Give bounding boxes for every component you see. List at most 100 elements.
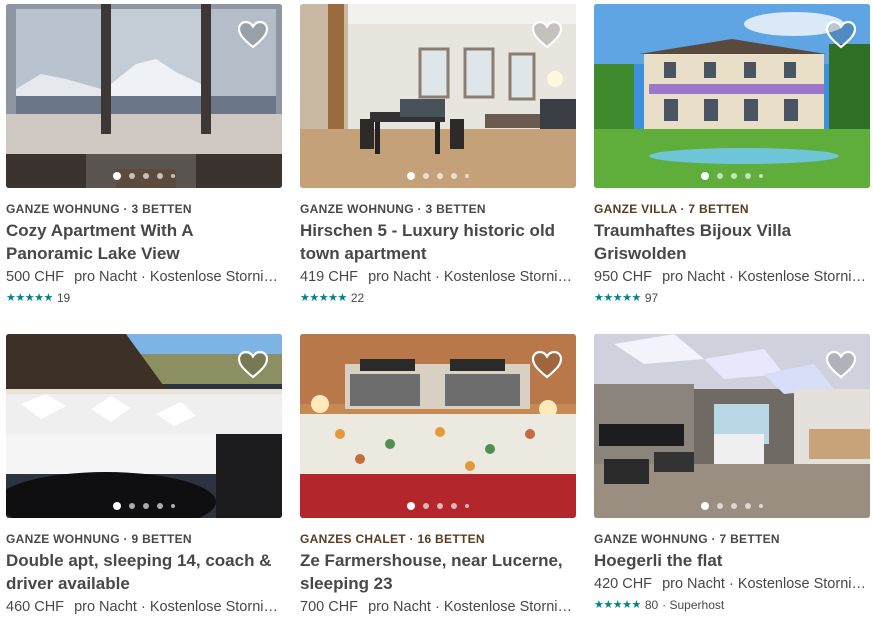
price: 419 CHF [300,269,359,285]
listing-photo[interactable] [300,334,576,518]
carousel-dot[interactable] [759,174,763,178]
listing-title[interactable]: Cozy Apartment With A Panoramic Lake Vie… [6,219,282,265]
listing-title[interactable]: Hoegerli the flat [594,549,870,572]
carousel-dot[interactable] [437,173,443,179]
listing-card[interactable]: GANZE VILLA · 7 BETTEN Traumhaftes Bijou… [594,4,870,306]
per-night-label: pro Nacht [368,269,431,285]
carousel-dots [594,502,870,510]
listing-title[interactable]: Traumhaftes Bijoux Villa Griswolden [594,219,870,265]
favorite-heart-button[interactable] [531,350,563,380]
listing-price-line: 460 CHF pro Nacht · Kostenlose Stornieru… [6,596,282,618]
listing-price-line: 420 CHF pro Nacht · Kostenlose Stornieru… [594,573,870,595]
price: 500 CHF [6,269,65,285]
listing-title[interactable]: Ze Farmershouse, near Lucerne, sleeping … [300,549,576,595]
listing-card[interactable]: GANZES CHALET · 16 BETTEN Ze Farmershous… [300,334,576,618]
rating: ★★★★★ 80 · Superhost [594,597,870,613]
carousel-dot[interactable] [745,173,751,179]
favorite-heart-button[interactable] [531,20,563,50]
listing-photo[interactable] [6,334,282,518]
listing-photo[interactable] [300,4,576,188]
carousel-dot[interactable] [423,173,429,179]
carousel-dot[interactable] [437,503,443,509]
listing-type: GANZE WOHNUNG · 3 BETTEN [300,202,486,216]
price: 460 CHF [6,599,65,615]
favorite-heart-button[interactable] [237,20,269,50]
carousel-dot[interactable] [701,502,709,510]
favorite-heart-button[interactable] [237,350,269,380]
free-cancellation: · Kostenlose Stornierung [434,269,576,285]
carousel-dot[interactable] [143,173,149,179]
review-count: 19 [56,291,71,305]
price: 420 CHF [594,576,653,592]
heart-icon [531,20,563,49]
carousel-dot[interactable] [701,172,709,180]
star-rating-icon: ★★★★★ [300,292,347,304]
free-cancellation: · Kostenlose Stornierung [728,269,870,285]
carousel-dots [594,172,870,180]
listing-price-line: 700 CHF pro Nacht · Kostenlose Stornieru… [300,596,576,618]
carousel-dot[interactable] [407,502,415,510]
carousel-dot[interactable] [745,503,751,509]
carousel-dot[interactable] [129,503,135,509]
carousel-dot[interactable] [171,174,175,178]
heart-icon [237,350,269,379]
listing-card[interactable]: GANZE WOHNUNG · 3 BETTEN Cozy Apartment … [6,4,282,306]
carousel-dot[interactable] [407,172,415,180]
price: 700 CHF [300,599,359,615]
star-rating-icon: ★★★★★ [594,599,641,611]
listing-price-line: 500 CHF pro Nacht · Kostenlose Stornieru… [6,266,282,288]
listing-type: GANZE WOHNUNG · 9 BETTEN [6,532,192,546]
heart-icon [825,20,857,49]
listing-type: GANZE WOHNUNG · 3 BETTEN [6,202,192,216]
per-night-label: pro Nacht [74,599,137,615]
per-night-label: pro Nacht [74,269,137,285]
per-night-label: pro Nacht [662,576,725,592]
listing-photo[interactable] [594,4,870,188]
carousel-dot[interactable] [451,173,457,179]
listing-title[interactable]: Hirschen 5 - Luxury historic old town ap… [300,219,576,265]
carousel-dot[interactable] [171,504,175,508]
carousel-dots [300,172,576,180]
carousel-dot[interactable] [113,172,121,180]
carousel-dots [300,502,576,510]
favorite-heart-button[interactable] [825,350,857,380]
review-count: 97 [644,291,659,305]
carousel-dot[interactable] [731,173,737,179]
heart-icon [531,350,563,379]
carousel-dot[interactable] [143,503,149,509]
free-cancellation: · Kostenlose Stornierung [434,599,576,615]
rating: ★★★★★ 22 [300,290,576,306]
carousel-dot[interactable] [129,173,135,179]
carousel-dot[interactable] [157,173,163,179]
listing-card[interactable]: GANZE WOHNUNG · 9 BETTEN Double apt, sle… [6,334,282,618]
listing-photo[interactable] [6,4,282,188]
listing-type: GANZE WOHNUNG · 7 BETTEN [594,532,780,546]
carousel-dot[interactable] [731,503,737,509]
carousel-dot[interactable] [451,503,457,509]
review-count: 80 [644,598,659,612]
price: 950 CHF [594,269,653,285]
carousel-dot[interactable] [759,504,763,508]
review-count: 22 [350,291,365,305]
listing-card[interactable]: GANZE WOHNUNG · 3 BETTEN Hirschen 5 - Lu… [300,4,576,306]
per-night-label: pro Nacht [662,269,725,285]
favorite-heart-button[interactable] [825,20,857,50]
per-night-label: pro Nacht [368,599,431,615]
heart-icon [825,350,857,379]
listing-title[interactable]: Double apt, sleeping 14, coach & driver … [6,549,282,595]
carousel-dot[interactable] [423,503,429,509]
carousel-dot[interactable] [113,502,121,510]
carousel-dot[interactable] [157,503,163,509]
carousel-dot[interactable] [465,174,469,178]
carousel-dot[interactable] [717,173,723,179]
listing-photo[interactable] [594,334,870,518]
free-cancellation: · Kostenlose Stornierung [140,599,282,615]
carousel-dot[interactable] [717,503,723,509]
listing-type: GANZES CHALET · 16 BETTEN [300,532,485,546]
carousel-dots [6,502,282,510]
carousel-dot[interactable] [465,504,469,508]
rating: ★★★★★ 97 [594,290,870,306]
free-cancellation: · Kostenlose Stornierung [728,576,870,592]
free-cancellation: · Kostenlose Stornierung [140,269,282,285]
listing-card[interactable]: GANZE WOHNUNG · 7 BETTEN Hoegerli the fl… [594,334,870,613]
